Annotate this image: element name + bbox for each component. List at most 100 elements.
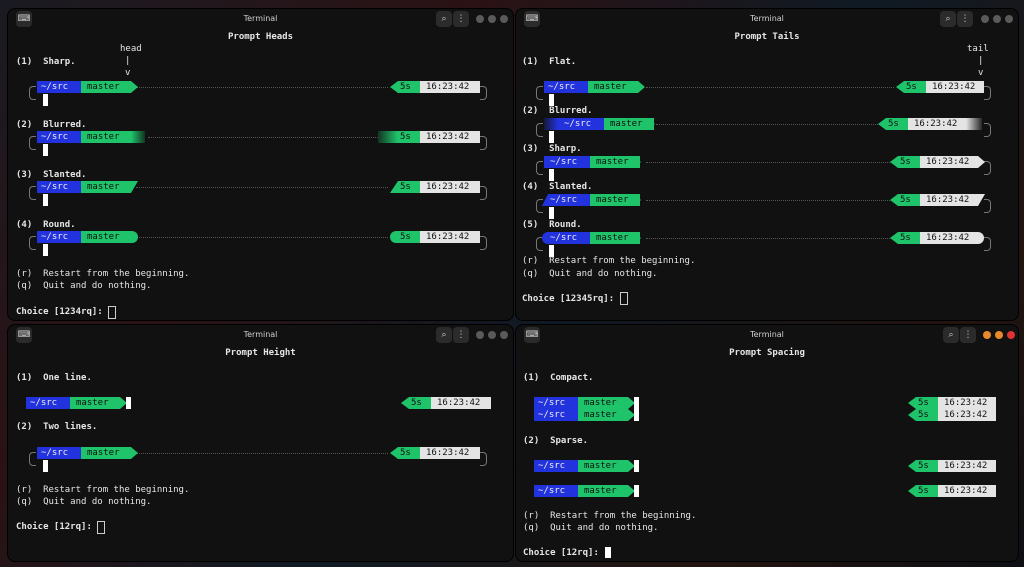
dir-segment: ~/src — [542, 194, 592, 206]
prompt-frame-left — [29, 452, 36, 466]
time-segment: 16:23:42 — [938, 397, 996, 409]
kebab-menu-icon[interactable]: ⋮ — [453, 11, 469, 27]
input-caret[interactable] — [620, 292, 628, 305]
prompt-frame-left — [29, 86, 36, 100]
marker-label: head — [120, 44, 142, 54]
time-segment: 16:23:42 — [920, 232, 984, 244]
maximize-button[interactable] — [993, 15, 1001, 23]
dir-segment: ~/src — [558, 118, 604, 130]
restart-option: (r) Restart from the beginning. — [523, 511, 697, 521]
tail-blurred — [966, 118, 982, 130]
cursor — [43, 194, 48, 206]
prompt-frame-right — [480, 236, 487, 250]
git-segment: master — [81, 181, 131, 193]
input-caret[interactable] — [108, 306, 116, 319]
close-button[interactable] — [1005, 15, 1013, 23]
minimize-button[interactable] — [476, 331, 484, 339]
dir-segment: ~/src — [544, 156, 590, 168]
close-button[interactable] — [500, 15, 508, 23]
maximize-button[interactable] — [488, 331, 496, 339]
time-segment: 16:23:42 — [938, 485, 996, 497]
tail-blurred — [378, 131, 398, 143]
tail-slanted — [390, 181, 398, 193]
search-icon[interactable]: ⌕ — [436, 11, 452, 27]
prompt-filler — [136, 453, 388, 454]
terminal-window-height[interactable]: ⌨ Terminal ⌕ ⋮ Prompt Height (1) One lin… — [8, 325, 513, 561]
time-segment: 16:23:42 — [420, 447, 480, 459]
prompt-filler — [646, 162, 890, 163]
prompt-filler — [656, 124, 878, 125]
page-title: Prompt Spacing — [729, 348, 805, 358]
git-segment: master — [604, 118, 654, 130]
time-segment: 16:23:42 — [420, 181, 480, 193]
cursor — [43, 94, 48, 106]
kebab-menu-icon[interactable]: ⋮ — [453, 327, 469, 343]
page-title: Prompt Tails — [734, 32, 800, 42]
minimize-button[interactable] — [983, 331, 991, 339]
restart-option: (r) Restart from the beginning. — [16, 269, 190, 279]
search-icon[interactable]: ⌕ — [943, 327, 959, 343]
titlebar[interactable]: ⌨ Terminal ⌕ ⋮ — [516, 9, 1018, 29]
cursor — [43, 460, 48, 472]
maximize-button[interactable] — [995, 331, 1003, 339]
dir-segment: ~/src — [37, 131, 81, 143]
option-slanted: (3) Slanted. — [16, 170, 87, 180]
quit-option: (q) Quit and do nothing. — [16, 281, 152, 291]
maximize-button[interactable] — [488, 15, 496, 23]
tail-sharp — [896, 81, 904, 93]
prompt-frame-right — [480, 452, 487, 466]
git-segment: master — [578, 485, 628, 497]
quit-option: (q) Quit and do nothing. — [523, 523, 659, 533]
git-segment: master — [590, 156, 640, 168]
close-button[interactable] — [500, 331, 508, 339]
terminal-window-heads[interactable]: ⌨ Terminal ⌕ ⋮ Prompt Heads head | v (1)… — [8, 9, 513, 320]
titlebar[interactable]: ⌨ Terminal ⌕ ⋮ — [516, 325, 1018, 345]
prompt-frame-left — [536, 86, 543, 100]
titlebar[interactable]: ⌨ Terminal ⌕ ⋮ — [8, 9, 513, 29]
duration-segment: 5s — [398, 447, 420, 459]
kebab-menu-icon[interactable]: ⋮ — [957, 11, 973, 27]
duration-segment: 5s — [916, 485, 938, 497]
prompt-frame-right — [984, 237, 991, 251]
choice-prompt: Choice [12345rq]: — [522, 294, 615, 304]
input-caret[interactable] — [97, 521, 105, 534]
option-one-line: (1) One line. — [16, 373, 92, 383]
search-icon[interactable]: ⌕ — [940, 11, 956, 27]
prompt-filler — [136, 187, 388, 188]
prompt-frame-left — [536, 199, 543, 213]
tail-sharp — [878, 118, 886, 130]
prompt-frame-left — [29, 236, 36, 250]
tail-sharp — [908, 397, 916, 409]
git-segment: master — [81, 131, 131, 143]
prompt-frame-left — [29, 136, 36, 150]
dir-segment: ~/src — [26, 397, 70, 409]
close-button[interactable] — [1007, 331, 1015, 339]
marker-bar: | — [125, 56, 131, 66]
prompt-frame-right — [480, 186, 487, 200]
dir-segment: ~/src — [37, 181, 81, 193]
prompt-filler — [136, 87, 388, 88]
minimize-button[interactable] — [981, 15, 989, 23]
head-blurred — [131, 131, 145, 143]
time-segment: 16:23:42 — [920, 156, 978, 168]
minimize-button[interactable] — [476, 15, 484, 23]
choice-prompt: Choice [12rq]: — [523, 548, 599, 558]
restart-option: (r) Restart from the beginning. — [16, 485, 190, 495]
titlebar[interactable]: ⌨ Terminal ⌕ ⋮ — [8, 325, 513, 345]
choice-prompt: Choice [12rq]: — [16, 522, 92, 532]
dir-segment: ~/src — [534, 397, 578, 409]
marker-label: tail — [967, 44, 989, 54]
terminal-window-tails[interactable]: ⌨ Terminal ⌕ ⋮ Prompt Tails tail | v (1)… — [516, 9, 1018, 320]
terminal-window-spacing[interactable]: ⌨ Terminal ⌕ ⋮ Prompt Spacing (1) Compac… — [516, 325, 1018, 561]
tail-sharp — [890, 194, 898, 206]
prompt-frame-right — [984, 123, 991, 137]
dir-segment: ~/src — [37, 81, 81, 93]
kebab-menu-icon[interactable]: ⋮ — [960, 327, 976, 343]
input-cursor[interactable] — [605, 547, 611, 558]
prompt-frame-left — [29, 186, 36, 200]
search-icon[interactable]: ⌕ — [436, 327, 452, 343]
option-flat: (1) Flat. — [522, 57, 577, 67]
time-segment: 16:23:42 — [920, 194, 978, 206]
cursor — [549, 169, 554, 181]
choice-prompt: Choice [1234rq]: — [16, 307, 103, 317]
